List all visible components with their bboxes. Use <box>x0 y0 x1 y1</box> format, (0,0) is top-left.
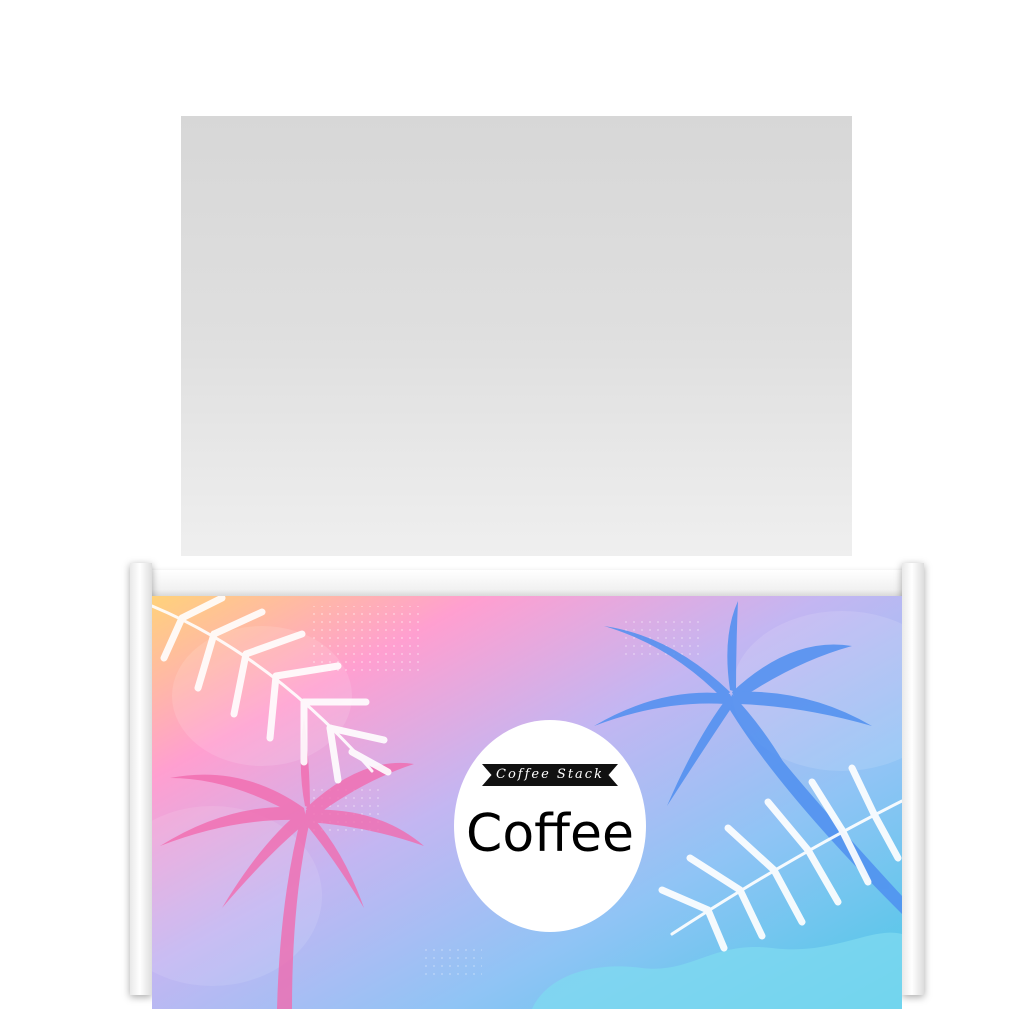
coffee-counter: Coffee Stack Coffee <box>126 560 926 1010</box>
coffee-logo-badge: Coffee Stack Coffee <box>454 720 646 932</box>
counter-top <box>138 570 914 596</box>
tagline-ribbon: Coffee Stack <box>482 764 618 786</box>
counter-post-right <box>902 563 924 995</box>
counter-post-left <box>130 563 152 995</box>
counter-front-panel: Coffee Stack Coffee <box>152 596 902 1009</box>
blank-sign-panel <box>181 116 852 556</box>
logo-title: Coffee <box>466 804 634 864</box>
